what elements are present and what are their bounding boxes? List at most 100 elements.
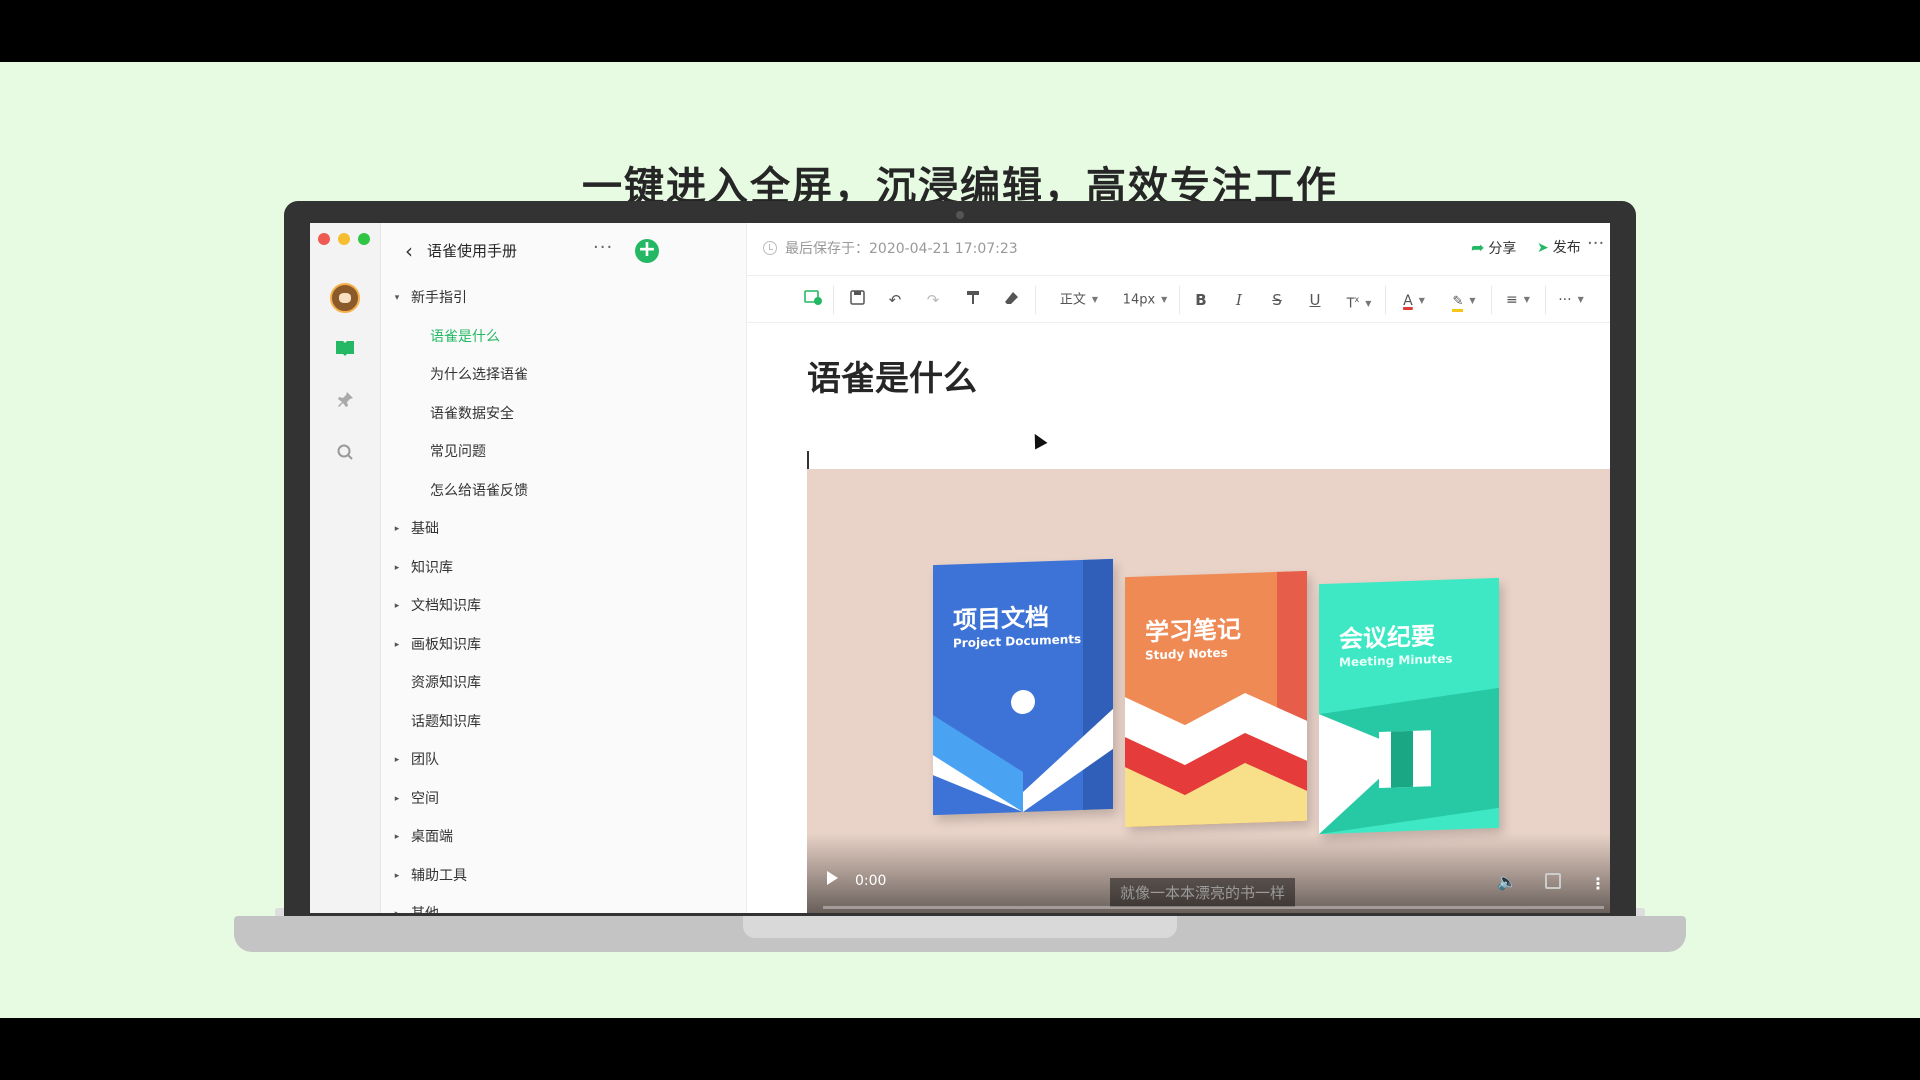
add-doc-button[interactable]: +	[635, 239, 659, 263]
book-icon[interactable]	[330, 337, 360, 367]
pin-icon[interactable]	[330, 389, 360, 419]
tree-item-label: 辅助工具	[411, 867, 467, 884]
letterbox-bottom	[0, 1018, 1920, 1080]
format-toolbar: ↶ ↷ 正文 ▼ 14px ▼ B I S U Tx ▼ A ▼ ✎ ▼ ≡ ▼…	[747, 275, 1610, 323]
tree-item-label: 语雀是什么	[430, 328, 500, 345]
toolbar-more-button[interactable]: ··· ▼	[1551, 288, 1591, 312]
tree-child-item[interactable]: 语雀数据安全	[381, 395, 746, 434]
catalog-tree: ▾ 新手指引 语雀是什么 为什么选择语雀 语雀数据安全 常见问题 怎么给语雀反馈 ▸ 基础 ▸ 知识…	[381, 279, 746, 913]
align-icon[interactable]: ≡ ▼	[1497, 288, 1539, 312]
save-icon[interactable]	[845, 288, 869, 312]
caret-right-icon[interactable]: ▸	[391, 818, 403, 857]
toolbar-divider	[833, 286, 834, 314]
highlight-icon[interactable]: ✎ ▼	[1443, 288, 1485, 312]
caret-right-icon[interactable]: ▸	[391, 626, 403, 665]
tree-group-item[interactable]: ▸ 文档知识库	[381, 587, 746, 626]
chevron-down-icon: ▼	[1523, 295, 1530, 304]
strikethrough-button[interactable]: S	[1265, 288, 1289, 312]
eraser-icon[interactable]	[999, 288, 1023, 312]
chevron-down-icon: ▼	[1418, 295, 1425, 305]
book-meeting-minutes: 会议纪要 Meeting Minutes	[1319, 577, 1499, 835]
editor-pane: 最后保存于：2020-04-21 17:07:23 ➦ 分享 ➤ 发布 ··· ↶ …	[747, 223, 1610, 913]
tree-item-label: 知识库	[411, 559, 453, 576]
tree-group-item[interactable]: ▸ 团队	[381, 741, 746, 780]
close-window-button[interactable]	[318, 233, 330, 245]
italic-button[interactable]: I	[1227, 288, 1251, 312]
undo-icon[interactable]: ↶	[883, 288, 907, 312]
toolbar-divider	[1491, 286, 1492, 314]
tree-child-item[interactable]: 语雀是什么	[381, 318, 746, 357]
tree-group-item[interactable]: 资源知识库	[381, 664, 746, 703]
caret-right-icon[interactable]: ▸	[391, 549, 403, 588]
underline-button[interactable]: U	[1303, 288, 1327, 312]
toolbar-divider	[1545, 286, 1546, 314]
video-progress-track[interactable]	[823, 906, 1604, 909]
caret-right-icon[interactable]: ▸	[391, 510, 403, 549]
video-more-icon[interactable]: ⋮	[1590, 874, 1606, 893]
font-size-select[interactable]: 14px ▼	[1117, 288, 1173, 312]
tree-group-item[interactable]: ▸ 空间	[381, 780, 746, 819]
video-player[interactable]: 项目文档 Project Documents 学习笔记 Study Notes	[807, 469, 1610, 913]
user-avatar[interactable]	[330, 283, 360, 313]
back-arrow-icon[interactable]: ‹	[405, 239, 425, 263]
book-subtitle-2: Study Notes	[1145, 645, 1228, 663]
font-color-icon[interactable]: A ▼	[1393, 288, 1435, 312]
sidebar-more-button[interactable]: ···	[593, 237, 613, 258]
publish-button[interactable]: ➤ 发布	[1537, 237, 1581, 259]
tree-group-item[interactable]: ▾ 新手指引	[381, 279, 746, 318]
toolbar-divider	[1179, 286, 1180, 314]
insert-card-icon[interactable]	[801, 288, 825, 312]
minimize-window-button[interactable]	[338, 233, 350, 245]
video-time: 0:00	[855, 873, 887, 889]
doc-title[interactable]: 语雀是什么	[807, 351, 977, 400]
chevron-down-icon: ▼	[1577, 295, 1584, 304]
tree-group-item[interactable]: ▸ 桌面端	[381, 818, 746, 857]
format-painter-icon[interactable]	[961, 288, 985, 312]
chevron-down-icon: ▼	[1365, 298, 1372, 308]
tree-item-label: 画板知识库	[411, 636, 481, 653]
tree-group-item[interactable]: ▸ 基础	[381, 510, 746, 549]
text-style-icon[interactable]: Tx ▼	[1339, 288, 1379, 312]
book-title-2: 学习笔记	[1145, 615, 1241, 647]
header-more-button[interactable]: ···	[1587, 233, 1604, 254]
bold-button[interactable]: B	[1189, 288, 1213, 312]
tree-item-label: 文档知识库	[411, 598, 481, 614]
caret-down-icon[interactable]: ▾	[391, 279, 403, 318]
tree-item-label: 其他	[411, 895, 439, 913]
volume-icon[interactable]: 🔈	[1497, 872, 1517, 891]
laptop-base-notch	[743, 916, 1177, 938]
tree-item-label: 新手指引	[411, 290, 467, 306]
tree-child-item[interactable]: 常见问题	[381, 433, 746, 472]
caret-right-icon[interactable]: ▸	[391, 780, 403, 819]
tree-group-item[interactable]: ▸ 其他	[381, 895, 746, 913]
fullscreen-icon[interactable]	[1545, 873, 1561, 889]
tree-item-label: 资源知识库	[411, 675, 481, 691]
tree-child-item[interactable]: 怎么给语雀反馈	[381, 472, 746, 511]
paragraph-style-select[interactable]: 正文 ▼	[1047, 288, 1111, 312]
tree-child-item[interactable]: 为什么选择语雀	[381, 356, 746, 395]
laptop-frame: ‹ 语雀使用手册 ··· + ▾ 新手指引 语雀是什么 为什么选择语雀 语雀数据安全 常见…	[284, 201, 1636, 951]
left-rail	[310, 223, 381, 913]
share-button[interactable]: ➦ 分享	[1471, 237, 1516, 260]
last-saved-text: 最后保存于：2020-04-21 17:07:23	[785, 241, 1018, 257]
video-subtitle: 就像一本本漂亮的书一样	[1110, 878, 1296, 907]
tree-item-label: 常见问题	[430, 444, 486, 460]
caret-right-icon[interactable]: ▸	[391, 857, 403, 896]
paper-plane-icon: ➤	[1537, 240, 1549, 256]
tree-group-item[interactable]: 话题知识库	[381, 703, 746, 742]
caret-right-icon[interactable]: ▸	[391, 741, 403, 780]
clock-icon	[763, 241, 777, 255]
caret-right-icon[interactable]: ▸	[391, 587, 403, 626]
tree-item-label: 团队	[411, 752, 439, 768]
tree-group-item[interactable]: ▸ 画板知识库	[381, 626, 746, 665]
caret-right-icon[interactable]: ▸	[391, 895, 403, 913]
toolbar-divider	[1035, 286, 1036, 314]
play-icon[interactable]	[827, 871, 838, 885]
search-icon[interactable]	[330, 441, 360, 471]
redo-icon[interactable]: ↷	[921, 288, 945, 312]
tree-group-item[interactable]: ▸ 知识库	[381, 549, 746, 588]
book-title: 语雀使用手册	[427, 242, 518, 260]
maximize-window-button[interactable]	[358, 233, 370, 245]
tree-group-item[interactable]: ▸ 辅助工具	[381, 857, 746, 896]
mouse-pointer-icon	[1028, 430, 1048, 450]
